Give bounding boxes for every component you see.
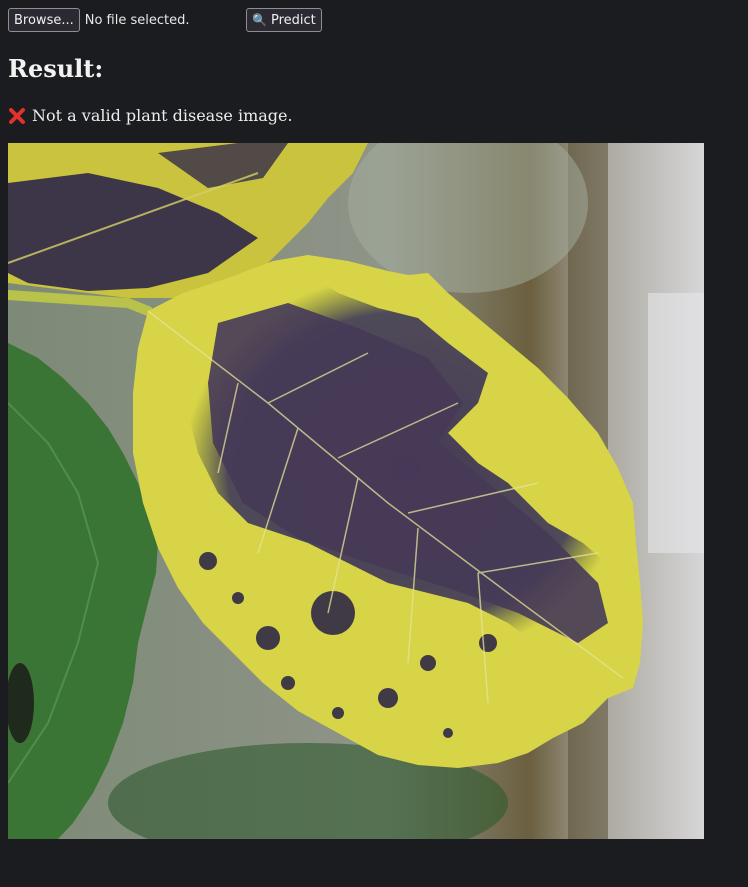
- red-x-icon: [9, 107, 25, 124]
- leaf-photo: [8, 143, 704, 839]
- magnifier-icon: 🔍: [252, 13, 267, 27]
- predict-button[interactable]: 🔍 Predict: [246, 8, 322, 32]
- result-message-text: Not a valid plant disease image.: [32, 106, 293, 125]
- browse-button[interactable]: Browse...: [8, 8, 80, 32]
- leaf-photo-illustration: [8, 143, 704, 839]
- result-heading: Result:: [8, 54, 104, 83]
- predict-button-label: Predict: [270, 12, 316, 28]
- result-message: Not a valid plant disease image.: [8, 106, 293, 125]
- file-status-text: No file selected.: [84, 12, 190, 28]
- file-upload-bar: Browse... No file selected.: [8, 8, 245, 32]
